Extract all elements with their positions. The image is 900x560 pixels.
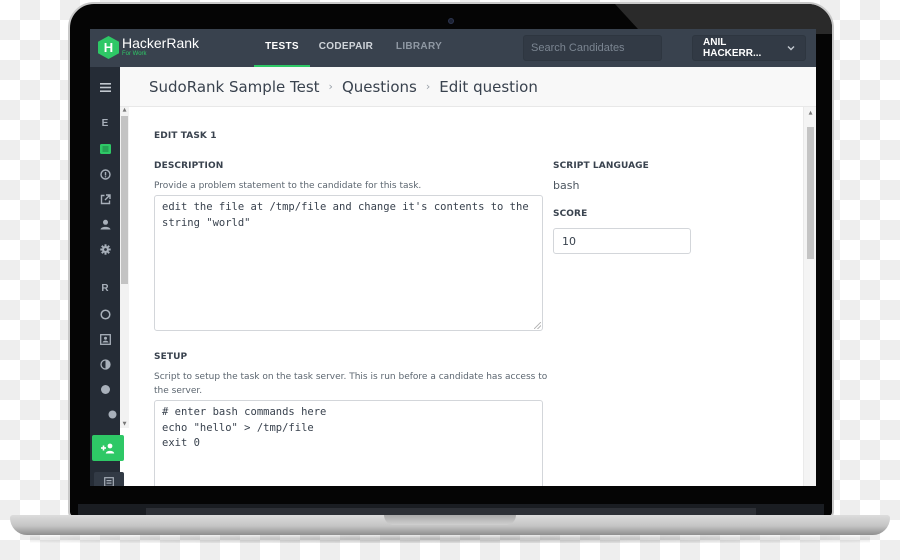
chevron-down-icon: [787, 44, 795, 53]
screen: H HackerRank For Work TESTS CODEPAIR LIB…: [90, 29, 816, 486]
brand-name: HackerRank: [122, 35, 200, 51]
main-scrollbar[interactable]: ▲: [803, 107, 816, 486]
breadcrumb-current: Edit question: [439, 77, 538, 96]
camera: [448, 18, 454, 24]
gear-icon: [99, 243, 111, 255]
breadcrumb-questions[interactable]: Questions: [342, 78, 417, 96]
sidebar-scroll-thumb[interactable]: [121, 116, 128, 284]
score-input[interactable]: [553, 228, 691, 254]
script-language-value: bash: [553, 179, 580, 192]
window-icon: [104, 477, 114, 486]
breadcrumb: SudoRank Sample Test › Questions › Edit …: [120, 67, 816, 107]
hamburger-menu-button[interactable]: [90, 77, 120, 97]
tab-library[interactable]: LIBRARY: [390, 29, 448, 67]
description-hint: Provide a problem statement to the candi…: [154, 181, 422, 191]
main-scroll-thumb[interactable]: [807, 127, 814, 259]
tab-codepair[interactable]: CODEPAIR: [316, 29, 376, 67]
sidebar-item-share[interactable]: [90, 189, 120, 209]
info-circle-icon: [99, 168, 111, 180]
scroll-down-arrow-icon[interactable]: ▼: [120, 420, 129, 428]
hamburger-icon: [99, 82, 111, 92]
scroll-up-arrow-icon[interactable]: ▲: [120, 106, 129, 114]
add-candidate-button[interactable]: [92, 435, 124, 461]
sidebar-item-image[interactable]: [90, 329, 120, 349]
setup-hint: Script to setup the task on the task ser…: [154, 372, 548, 396]
sidebar-item-partial[interactable]: [104, 404, 120, 424]
filled-circle-icon: [108, 410, 116, 418]
circle-outline-icon: [99, 308, 111, 320]
chevron-right-icon: ›: [425, 80, 431, 93]
user-menu-button[interactable]: ANIL HACKERR...: [692, 35, 806, 61]
user-icon: [100, 219, 110, 229]
sidebar-item-candidates[interactable]: [90, 214, 120, 234]
logo-letter: H: [103, 40, 114, 55]
description-textarea[interactable]: [154, 195, 543, 331]
sidebar-item-settings[interactable]: [90, 239, 120, 259]
document-list-icon: [99, 144, 111, 154]
letter-r-icon: R: [101, 282, 109, 294]
top-navbar: H HackerRank For Work TESTS CODEPAIR LIB…: [90, 29, 816, 67]
resize-handle-icon[interactable]: [534, 322, 541, 329]
sidebar-item-r[interactable]: R: [90, 278, 120, 298]
letter-e-icon: E: [101, 117, 109, 129]
score-label: SCORE: [553, 209, 588, 219]
image-icon: [99, 333, 111, 345]
sidebar-item-info[interactable]: [90, 164, 120, 184]
sidebar-item-questions[interactable]: [90, 139, 120, 159]
add-user-icon: [101, 443, 115, 453]
form-title: EDIT TASK 1: [154, 131, 217, 141]
setup-textarea[interactable]: [154, 400, 543, 486]
search-candidates-input[interactable]: [523, 35, 662, 61]
laptop-notch: [384, 515, 516, 525]
sidebar-item-e[interactable]: E: [90, 113, 120, 133]
setup-label: SETUP: [154, 352, 188, 362]
description-label: DESCRIPTION: [154, 161, 224, 171]
scroll-up-arrow-icon[interactable]: ▲: [806, 109, 815, 117]
half-circle-icon: [99, 358, 111, 370]
tab-tests[interactable]: TESTS: [254, 29, 310, 67]
chevron-right-icon: ›: [328, 80, 333, 93]
edit-question-form: EDIT TASK 1 DESCRIPTION Provide a proble…: [129, 107, 803, 486]
brand-subtitle: For Work: [122, 51, 147, 57]
logo[interactable]: H HackerRank For Work: [98, 36, 199, 59]
hackerrank-logo-icon: H: [98, 36, 119, 59]
filled-circle-icon: [100, 384, 110, 394]
user-name: ANIL HACKERR...: [703, 37, 762, 59]
sidebar-scrollbar[interactable]: ▲ ▼: [120, 106, 129, 428]
sidebar: E R: [90, 67, 124, 486]
laptop-shadow: [30, 535, 870, 543]
breadcrumb-test[interactable]: SudoRank Sample Test: [149, 78, 320, 96]
sidebar-item-circle[interactable]: [90, 304, 120, 324]
sidebar-item-contrast[interactable]: [90, 354, 120, 374]
script-language-label: SCRIPT LANGUAGE: [553, 161, 649, 171]
sidebar-item-dot[interactable]: [90, 379, 120, 399]
sidebar-bottom-button[interactable]: [94, 472, 124, 486]
external-link-icon: [100, 193, 111, 204]
